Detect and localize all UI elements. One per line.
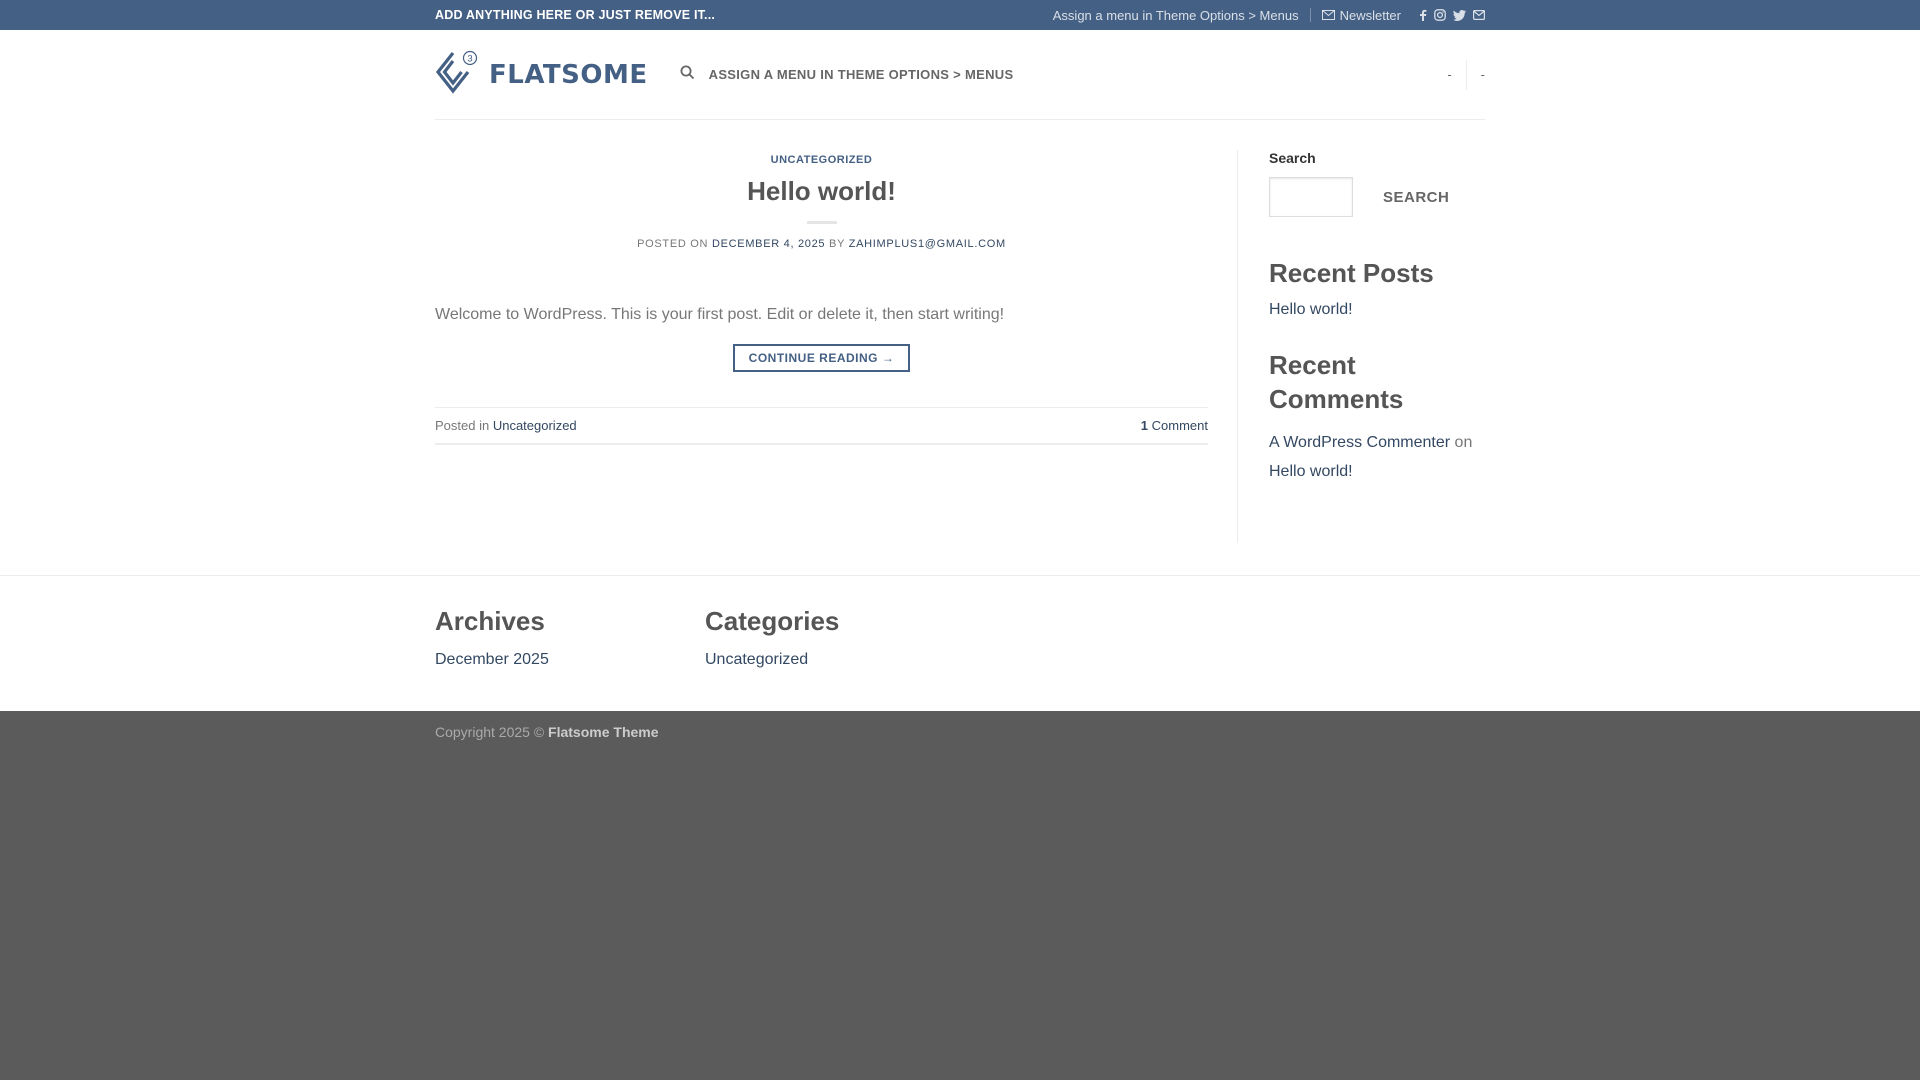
copyright-brand: Flatsome Theme xyxy=(548,724,659,740)
site-header: 3 FLATSOME ASSIGN A MENU IN THEME OPTION… xyxy=(0,30,1920,120)
title-divider xyxy=(806,221,837,224)
continue-reading-button[interactable]: CONTINUE READING → xyxy=(732,344,911,372)
newsletter-label: Newsletter xyxy=(1339,7,1401,23)
posted-in-label: Posted in xyxy=(435,418,490,433)
post-author-link[interactable]: ZAHIMPLUS1@GMAIL.COM xyxy=(849,238,1006,250)
search-widget-label: Search xyxy=(1269,150,1316,166)
recent-posts-title: Recent Posts xyxy=(1269,258,1434,288)
twitter-icon[interactable] xyxy=(1453,9,1466,21)
post-excerpt: Welcome to WordPress. This is your first… xyxy=(435,306,1005,323)
header-menu-hint[interactable]: ASSIGN A MENU IN THEME OPTIONS > MENUS xyxy=(709,67,1014,82)
main-area: UNCATEGORIZED Hello world! POSTED ON DEC… xyxy=(0,120,1920,575)
post-article: UNCATEGORIZED Hello world! POSTED ON DEC… xyxy=(435,120,1208,445)
instagram-icon[interactable] xyxy=(1434,9,1446,21)
post-title-link[interactable]: Hello world! xyxy=(747,176,896,206)
sidebar-divider xyxy=(1237,150,1238,543)
search-input[interactable] xyxy=(1269,177,1353,217)
header-right-item-2[interactable]: - xyxy=(1481,67,1485,82)
recent-comments-title: Recent Comments xyxy=(1269,350,1404,414)
footer-widgets: Archives December 2025 Categories Uncate… xyxy=(0,575,1920,711)
archive-link[interactable]: December 2025 xyxy=(435,651,549,669)
newsletter-link[interactable]: Newsletter xyxy=(1321,7,1401,23)
search-widget: SEARCH xyxy=(1269,177,1485,217)
envelope-icon[interactable] xyxy=(1473,10,1485,20)
logo-text: FLATSOME xyxy=(489,59,648,90)
copyright-text: Copyright 2025 © xyxy=(435,724,545,740)
search-icon xyxy=(680,65,695,85)
meta-by: BY xyxy=(829,238,845,250)
recent-post-link[interactable]: Hello world! xyxy=(1269,301,1485,319)
archives-widget: Archives December 2025 xyxy=(435,606,549,669)
post-date-link[interactable]: DECEMBER 4, 2025 xyxy=(712,238,825,250)
comment-label: Comment xyxy=(1151,418,1208,433)
comment-author-link[interactable]: A WordPress Commenter xyxy=(1269,434,1450,451)
category-link[interactable]: Uncategorized xyxy=(705,651,839,669)
recent-comment-item: A WordPress Commenter on Hello world! xyxy=(1269,428,1485,486)
archives-title: Archives xyxy=(435,606,545,636)
post-footer: Posted in Uncategorized 1 Comment xyxy=(435,407,1208,445)
logo-badge: 3 xyxy=(467,54,472,65)
copyright: Copyright 2025 © Flatsome Theme xyxy=(435,724,659,740)
facebook-icon[interactable] xyxy=(1419,9,1427,21)
comments-link[interactable]: 1 Comment xyxy=(1141,418,1208,433)
posted-in-category-link[interactable]: Uncategorized xyxy=(493,418,577,433)
divider xyxy=(1465,59,1467,90)
post-meta: POSTED ON DECEMBER 4, 2025 BY ZAHIMPLUS1… xyxy=(435,238,1208,250)
post-title[interactable]: Hello world! xyxy=(435,176,1208,207)
logo-icon: 3 xyxy=(435,50,479,99)
top-menu-hint-link[interactable]: Assign a menu in Theme Options > Menus xyxy=(1053,8,1299,23)
sidebar: Search SEARCH Recent Posts Hello world! … xyxy=(1269,150,1485,486)
comment-on-text: on xyxy=(1454,433,1473,451)
top-bar-text: ADD ANYTHING HERE OR JUST REMOVE IT... xyxy=(435,8,716,22)
envelope-icon xyxy=(1321,8,1335,23)
post-category-link[interactable]: UNCATEGORIZED xyxy=(771,154,873,166)
top-bar: ADD ANYTHING HERE OR JUST REMOVE IT... A… xyxy=(0,0,1920,30)
site-logo[interactable]: 3 FLATSOME xyxy=(435,50,648,99)
header-search-button[interactable] xyxy=(680,65,695,85)
meta-prefix: POSTED ON xyxy=(637,238,709,250)
comment-count: 1 xyxy=(1140,418,1149,433)
social-icons xyxy=(1419,9,1485,21)
divider xyxy=(1309,8,1311,22)
comment-post-link[interactable]: Hello world! xyxy=(1269,463,1353,480)
header-right-item-1[interactable]: - xyxy=(1447,67,1451,82)
categories-title: Categories xyxy=(705,606,840,636)
search-button[interactable]: SEARCH xyxy=(1383,189,1449,206)
categories-widget: Categories Uncategorized xyxy=(705,606,839,669)
